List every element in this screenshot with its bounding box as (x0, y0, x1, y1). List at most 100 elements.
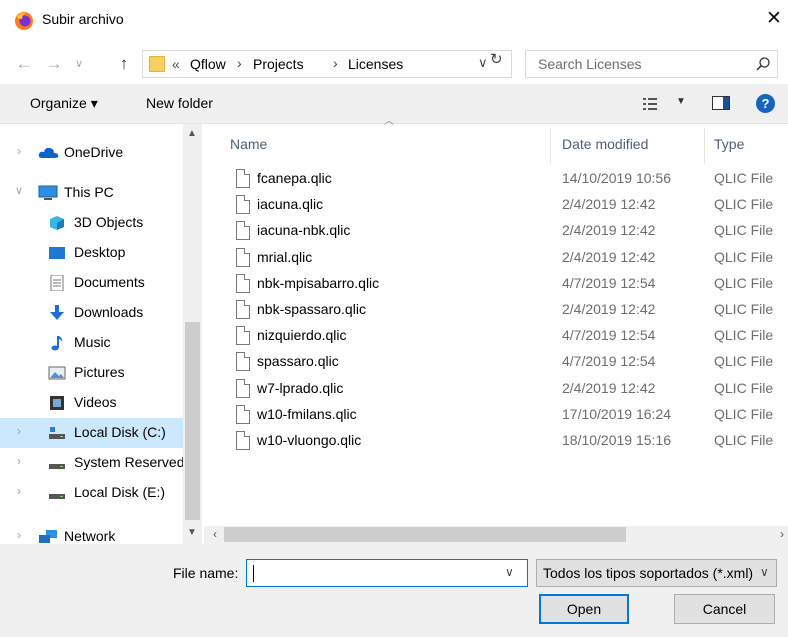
file-row[interactable]: nbk-spassaro.qlic 2/4/2019 12:42 QLIC File (228, 298, 788, 324)
file-icon (236, 352, 250, 372)
back-arrow-icon[interactable]: ← (14, 53, 34, 75)
file-row[interactable]: mrial.qlic 2/4/2019 12:42 QLIC File (228, 246, 788, 272)
file-name-dropdown-icon[interactable]: ∨ (505, 565, 514, 579)
file-type: QLIC File (714, 248, 774, 265)
breadcrumb-overflow[interactable]: « (172, 56, 180, 72)
sidebar-item-onedrive[interactable]: › OneDrive (0, 138, 183, 168)
file-name: w10-vluongo.qlic (257, 432, 362, 448)
sidebar-item-music[interactable]: Music (0, 328, 183, 358)
file-row[interactable]: iacuna-nbk.qlic 2/4/2019 12:42 QLIC File (228, 219, 788, 245)
sidebar-item-videos[interactable]: Videos (0, 388, 183, 418)
view-options-dropdown-icon[interactable]: ▼ (676, 96, 686, 107)
file-name: nbk-spassaro.qlic (257, 301, 366, 317)
preview-pane-icon[interactable] (712, 96, 730, 110)
onedrive-icon (38, 147, 59, 158)
file-name: nbk-mpisabarro.qlic (257, 274, 380, 291)
forward-arrow-icon[interactable]: → (44, 53, 64, 75)
expand-chevron-icon[interactable]: › (17, 528, 21, 542)
up-arrow-icon[interactable]: ↑ (114, 53, 134, 75)
file-type: QLIC File (714, 274, 774, 291)
file-row[interactable]: w7-lprado.qlic 2/4/2019 12:42 QLIC File (228, 377, 788, 403)
expand-chevron-icon[interactable]: › (17, 454, 21, 468)
column-header-type[interactable]: Type (714, 136, 744, 152)
sidebar-scrollbar-thumb[interactable] (185, 322, 200, 520)
file-name: iacuna.qlic (257, 196, 324, 213)
file-name: mrial.qlic (257, 248, 313, 265)
3d-objects-icon (50, 216, 64, 230)
breadcrumb-separator: › (333, 55, 338, 71)
file-row[interactable]: iacuna.qlic 2/4/2019 12:42 QLIC File (228, 193, 788, 219)
file-row[interactable]: w10-fmilans.qlic 17/10/2019 16:24 QLIC Fil… (228, 403, 788, 429)
videos-icon (50, 396, 64, 410)
column-headers: Name Date modified Type (204, 124, 788, 164)
file-row[interactable]: w10-vluongo.qlic 18/10/2019 15:16 QLIC Fil… (228, 429, 788, 455)
sidebar-item-local-disk-e[interactable]: › Local Disk (E:) (0, 478, 183, 508)
expand-chevron-icon[interactable]: › (17, 424, 21, 438)
file-date-modified: 17/10/2019 16:24 (562, 405, 671, 422)
command-bar: Organize ▾ New folder (0, 84, 788, 124)
file-type: QLIC File (714, 353, 774, 370)
file-name: w7-lprado.qlic (257, 379, 344, 396)
breadcrumb-qflow[interactable]: Qflow (190, 56, 226, 72)
expand-chevron-icon[interactable]: › (17, 144, 21, 158)
sidebar-item-this-pc[interactable]: ∨ This PC (0, 178, 183, 208)
file-type: QLIC File (714, 301, 774, 317)
organize-button[interactable]: Organize ▾ (30, 95, 98, 112)
change-view-icon[interactable] (643, 97, 657, 111)
file-type: QLIC File (714, 170, 774, 186)
column-header-name[interactable]: Name (230, 136, 267, 152)
file-date-modified: 2/4/2019 12:42 (562, 301, 656, 317)
scroll-left-arrow-icon[interactable]: ‹ (213, 527, 217, 541)
pictures-icon (48, 366, 66, 380)
new-folder-button[interactable]: New folder (146, 95, 213, 111)
breadcrumb-licenses[interactable]: Licenses (348, 56, 403, 72)
help-icon[interactable]: ? (756, 94, 775, 113)
sidebar-item-3d-objects[interactable]: 3D Objects (0, 208, 183, 238)
file-row[interactable]: nizquierdo.qlic 4/7/2019 12:54 QLIC File (228, 324, 788, 350)
file-row[interactable]: nbk-mpisabarro.qlic 4/7/2019 12:54 QLIC Fi… (228, 272, 788, 298)
scroll-down-arrow-icon[interactable]: ▼ (187, 527, 197, 538)
scroll-up-arrow-icon[interactable]: ▲ (187, 128, 197, 139)
file-icon (236, 404, 250, 424)
cancel-button[interactable]: Cancel (674, 594, 775, 624)
dialog-footer (0, 544, 788, 637)
expand-chevron-icon[interactable]: › (17, 484, 21, 498)
sidebar-item-desktop[interactable]: Desktop (0, 238, 183, 268)
sidebar-item-system-reserved[interactable]: › System Reserved (0, 448, 183, 478)
column-divider[interactable] (550, 128, 551, 164)
close-icon[interactable]: ✕ (764, 8, 784, 30)
address-dropdown-icon[interactable]: ∨ (478, 55, 488, 71)
breadcrumb-projects[interactable]: Projects (253, 56, 304, 72)
sidebar-item-documents[interactable]: Documents (0, 268, 183, 298)
file-type: QLIC File (714, 405, 774, 422)
sidebar-item-downloads[interactable]: Downloads (0, 298, 183, 328)
file-name-input[interactable]: ∨ (246, 559, 528, 587)
horizontal-scrollbar-thumb[interactable] (224, 527, 626, 542)
address-bar[interactable]: « Qflow › Projects › Licenses ∨ (142, 50, 512, 78)
collapse-chevron-icon[interactable]: ∨ (15, 184, 23, 197)
sidebar-item-label: OneDrive (64, 144, 124, 160)
file-date-modified: 2/4/2019 12:42 (562, 196, 656, 213)
file-type-dropdown-icon[interactable]: ∨ (760, 565, 769, 579)
file-type: QLIC File (714, 222, 774, 239)
column-header-date-modified[interactable]: Date modified (562, 136, 648, 152)
file-row[interactable]: spassaro.qlic 4/7/2019 12:54 QLIC File (228, 350, 788, 376)
scroll-right-arrow-icon[interactable]: › (780, 527, 784, 541)
sidebar-item-label: System Reserved (74, 454, 183, 470)
file-icon (236, 378, 250, 398)
downloads-icon (50, 305, 64, 320)
open-button[interactable]: Open (539, 594, 629, 624)
file-name: nizquierdo.qlic (257, 327, 347, 344)
file-type-select[interactable]: Todos los tipos soportados (*.xml) ∨ (536, 559, 777, 587)
search-input[interactable]: Search Licenses (538, 56, 642, 72)
file-row[interactable]: fcanepa.qlic 14/10/2019 10:56 QLIC File (228, 167, 788, 193)
search-box[interactable]: Search Licenses (525, 50, 778, 78)
file-type-value[interactable]: Todos los tipos soportados (*.xml) (543, 565, 757, 581)
column-divider[interactable] (704, 128, 705, 164)
recent-locations-chevron-icon[interactable]: ∨ (72, 53, 86, 75)
refresh-icon[interactable]: ↻ (490, 50, 503, 68)
sidebar-item-pictures[interactable]: Pictures (0, 358, 183, 388)
sidebar-item-local-disk-c[interactable]: › Local Disk (C:) (0, 418, 183, 448)
file-icon (236, 300, 250, 319)
search-icon[interactable] (755, 56, 771, 72)
